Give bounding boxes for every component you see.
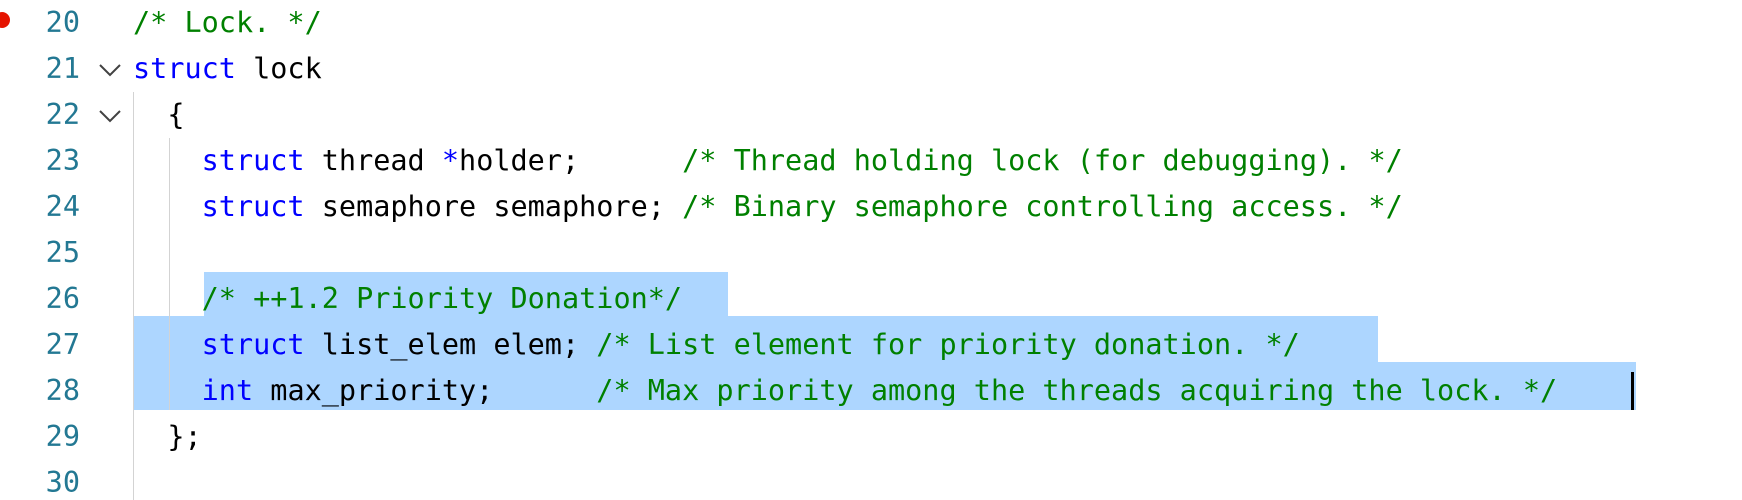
line-code: /* ++1.2 Priority Donation*/ xyxy=(133,276,682,322)
line-number: 20 xyxy=(45,6,80,39)
text-token: holder; xyxy=(459,144,683,177)
line-number: 22 xyxy=(45,98,80,131)
line-number: 29 xyxy=(45,420,80,453)
text-token: max_priority; xyxy=(253,374,597,407)
comment-token: /* Lock. */ xyxy=(133,6,322,39)
code-line[interactable]: 24 struct semaphore semaphore; /* Binary… xyxy=(0,184,1742,230)
line-number: 27 xyxy=(45,328,80,361)
code-line[interactable]: 29 }; xyxy=(0,414,1742,460)
comment-token: /* Binary semaphore controlling access. … xyxy=(682,190,1403,223)
code-line[interactable]: 20 /* Lock. */ xyxy=(0,0,1742,46)
chevron-down-icon[interactable] xyxy=(96,102,124,126)
line-code: struct lock xyxy=(133,46,322,92)
text-token: thread xyxy=(304,144,442,177)
line-code: }; xyxy=(133,414,202,460)
text-cursor xyxy=(1631,372,1634,410)
line-code: /* Lock. */ xyxy=(133,0,322,46)
chevron-down-icon[interactable] xyxy=(96,56,124,80)
line-number: 24 xyxy=(45,190,80,223)
text-token: semaphore semaphore; xyxy=(304,190,683,223)
text-token: { xyxy=(133,98,185,131)
keyword-token: struct xyxy=(201,328,305,361)
code-line[interactable]: 26 /* ++1.2 Priority Donation*/ xyxy=(0,276,1742,322)
code-line[interactable]: 25 xyxy=(0,230,1742,276)
keyword-token: int xyxy=(201,374,254,407)
line-code: int max_priority; /* Max priority among … xyxy=(133,368,1558,414)
code-line[interactable]: 27 struct list_elem elem; /* List elemen… xyxy=(0,322,1742,368)
code-line[interactable]: 22 { xyxy=(0,92,1742,138)
code-line[interactable]: 23 struct thread *holder; /* Thread hold… xyxy=(0,138,1742,184)
keyword-token: struct xyxy=(201,144,305,177)
line-code: { xyxy=(133,92,184,138)
line-number: 21 xyxy=(45,52,80,85)
text-token: lock xyxy=(235,52,322,85)
code-line[interactable]: 30 xyxy=(0,460,1742,500)
text-token: list_elem elem; xyxy=(304,328,597,361)
code-line[interactable]: 28 int max_priority; /* Max priority amo… xyxy=(0,368,1742,414)
line-number: 30 xyxy=(45,466,80,499)
line-code: struct semaphore semaphore; /* Binary se… xyxy=(133,184,1403,230)
line-number: 26 xyxy=(45,282,80,315)
operator-token: * xyxy=(441,144,460,177)
comment-token: /* ++1.2 Priority Donation*/ xyxy=(201,282,683,315)
code-line[interactable]: 21 struct lock xyxy=(0,46,1742,92)
code-editor[interactable]: 20 /* Lock. */ 21 struct lock 22 { 23 st… xyxy=(0,0,1742,500)
comment-token: /* List element for priority donation. *… xyxy=(596,328,1300,361)
line-number: 23 xyxy=(45,144,80,177)
comment-token: /* Max priority among the threads acquir… xyxy=(596,374,1558,407)
line-code: struct thread *holder; /* Thread holding… xyxy=(133,138,1403,184)
keyword-token: struct xyxy=(133,52,236,85)
line-number: 28 xyxy=(45,374,80,407)
line-number: 25 xyxy=(45,236,80,269)
comment-token: /* Thread holding lock (for debugging). … xyxy=(682,144,1403,177)
line-code: struct list_elem elem; /* List element f… xyxy=(133,322,1300,368)
text-token: }; xyxy=(133,420,202,453)
keyword-token: struct xyxy=(201,190,305,223)
